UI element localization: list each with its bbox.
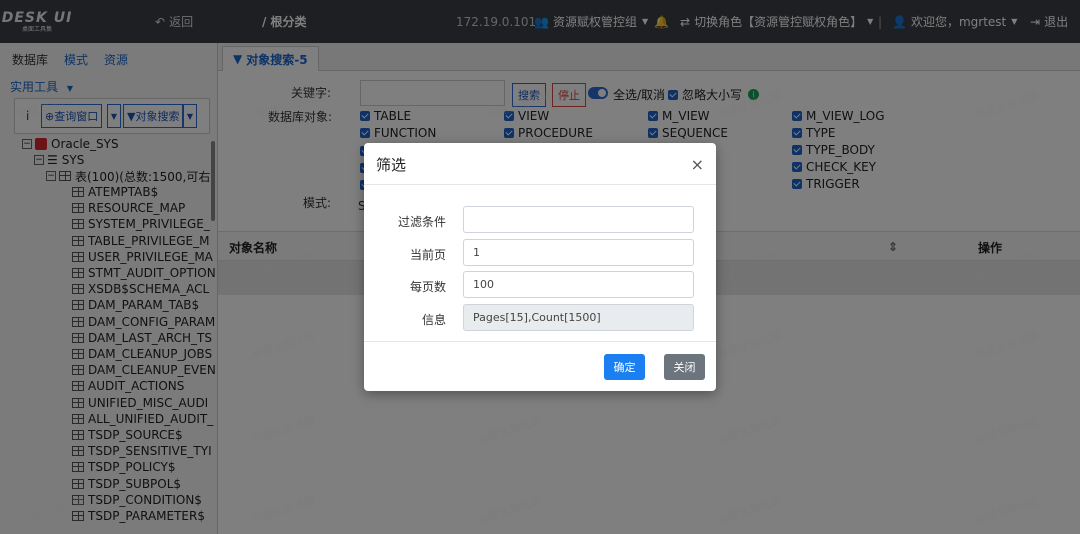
close-button[interactable]: 关闭 xyxy=(664,354,705,380)
close-icon[interactable]: × xyxy=(691,155,704,174)
dialog-footer-divider xyxy=(364,341,716,342)
dialog-title: 筛选 xyxy=(376,156,407,174)
info-field xyxy=(463,304,694,331)
dialog-header: 筛选 × xyxy=(364,143,716,185)
filter-label: 过滤条件 xyxy=(397,215,446,229)
per-page-label: 每页数 xyxy=(409,280,446,294)
per-page-input[interactable] xyxy=(463,271,694,298)
filter-input[interactable] xyxy=(463,206,694,233)
info-label: 信息 xyxy=(421,313,446,327)
confirm-button[interactable]: 确定 xyxy=(604,354,645,380)
current-page-input[interactable] xyxy=(463,239,694,266)
filter-dialog: 筛选 × 过滤条件 当前页 每页数 信息 确定 关闭 xyxy=(364,143,716,391)
current-page-label: 当前页 xyxy=(409,248,446,262)
